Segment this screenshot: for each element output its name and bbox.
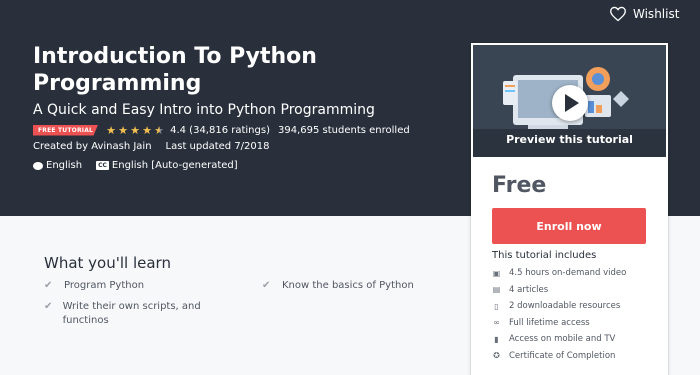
learn-item-text: Know the basics of Python bbox=[282, 280, 414, 291]
free-tutorial-badge: FREE TUTORIAL bbox=[33, 124, 99, 136]
captions-label: English [Auto-generated] bbox=[111, 160, 238, 171]
includes-item: ▮ Access on mobile and TV bbox=[492, 331, 626, 348]
language: English bbox=[33, 160, 82, 171]
author-row: Created by Avinash Jain Last updated 7/2… bbox=[33, 141, 270, 152]
article-icon: ▤ bbox=[492, 285, 501, 295]
last-updated: Last updated 7/2018 bbox=[165, 141, 270, 152]
includes-item: ✪ Certificate of Completion bbox=[493, 350, 616, 361]
learn-title: What you'll learn bbox=[44, 254, 171, 272]
star-icon: ★ bbox=[142, 123, 152, 137]
file-icon: ▯ bbox=[494, 301, 499, 311]
price: Free bbox=[492, 173, 547, 198]
captions: CC English [Auto-generated] bbox=[96, 160, 238, 171]
video-icon: ▣ bbox=[492, 268, 501, 278]
rating-row: FREE TUTORIAL ★ ★ ★ ★ ★ 4.4 (34,816 rati… bbox=[33, 122, 410, 138]
students-enrolled: 394,695 students enrolled bbox=[277, 124, 410, 136]
language-row: English CC English [Auto-generated] bbox=[33, 160, 238, 171]
includes-title: This tutorial includes bbox=[492, 250, 597, 261]
purchase-card: Preview this tutorial Free Enroll now Th… bbox=[471, 43, 668, 375]
learn-item-text: Program Python bbox=[64, 280, 145, 291]
checkmark-icon: ✔ bbox=[44, 280, 53, 291]
what-youll-learn: What you'll learn ✔ Program Python ✔ Wri… bbox=[26, 243, 458, 331]
includes-item: ▣ 4.5 hours on-demand video bbox=[492, 268, 627, 279]
mobile-icon: ▮ bbox=[494, 334, 499, 344]
wishlist-label: Wishlist bbox=[633, 7, 680, 21]
course-subtitle: A Quick and Easy Intro into Python Progr… bbox=[33, 102, 375, 118]
half-star-icon: ★ bbox=[154, 123, 164, 137]
star-icon: ★ bbox=[118, 123, 128, 137]
learn-item: ✔ Write their own scripts, and functinos bbox=[44, 300, 224, 328]
star-icon: ★ bbox=[130, 123, 140, 137]
closed-captions-icon: CC bbox=[96, 161, 109, 170]
star-rating: ★ ★ ★ ★ ★ bbox=[106, 125, 165, 136]
learn-item-text: Write their own scripts, and functinos bbox=[62, 301, 201, 326]
speech-bubble-icon bbox=[33, 161, 43, 170]
course-title: Introduction To Python Programming bbox=[33, 44, 317, 96]
rating-text[interactable]: 4.4 (34,816 ratings) bbox=[170, 125, 270, 136]
includes-item: ▤ 4 articles bbox=[492, 284, 549, 295]
includes-item: ∞ Full lifetime access bbox=[493, 317, 590, 328]
certificate-icon: ✪ bbox=[493, 351, 500, 361]
checkmark-icon: ✔ bbox=[44, 301, 53, 312]
created-by[interactable]: Created by Avinash Jain bbox=[33, 141, 152, 152]
learn-item: ✔ Know the basics of Python bbox=[262, 279, 414, 293]
includes-item: ▯ 2 downloadable resources bbox=[492, 298, 626, 315]
checkmark-icon: ✔ bbox=[262, 280, 271, 291]
includes-list: ▣ 4.5 hours on-demand video ▤ 4 articles ▯… bbox=[492, 265, 627, 364]
course-preview[interactable]: Preview this tutorial bbox=[473, 45, 666, 157]
infinity-icon: ∞ bbox=[493, 318, 500, 328]
play-button[interactable] bbox=[552, 85, 588, 121]
learn-item: ✔ Program Python bbox=[44, 279, 144, 293]
star-icon: ★ bbox=[106, 123, 116, 137]
preview-label: Preview this tutorial bbox=[506, 133, 633, 146]
heart-icon bbox=[610, 6, 626, 22]
language-label: English bbox=[46, 160, 83, 171]
enroll-button[interactable]: Enroll now bbox=[492, 208, 646, 244]
wishlist-button[interactable]: Wishlist bbox=[609, 6, 679, 22]
